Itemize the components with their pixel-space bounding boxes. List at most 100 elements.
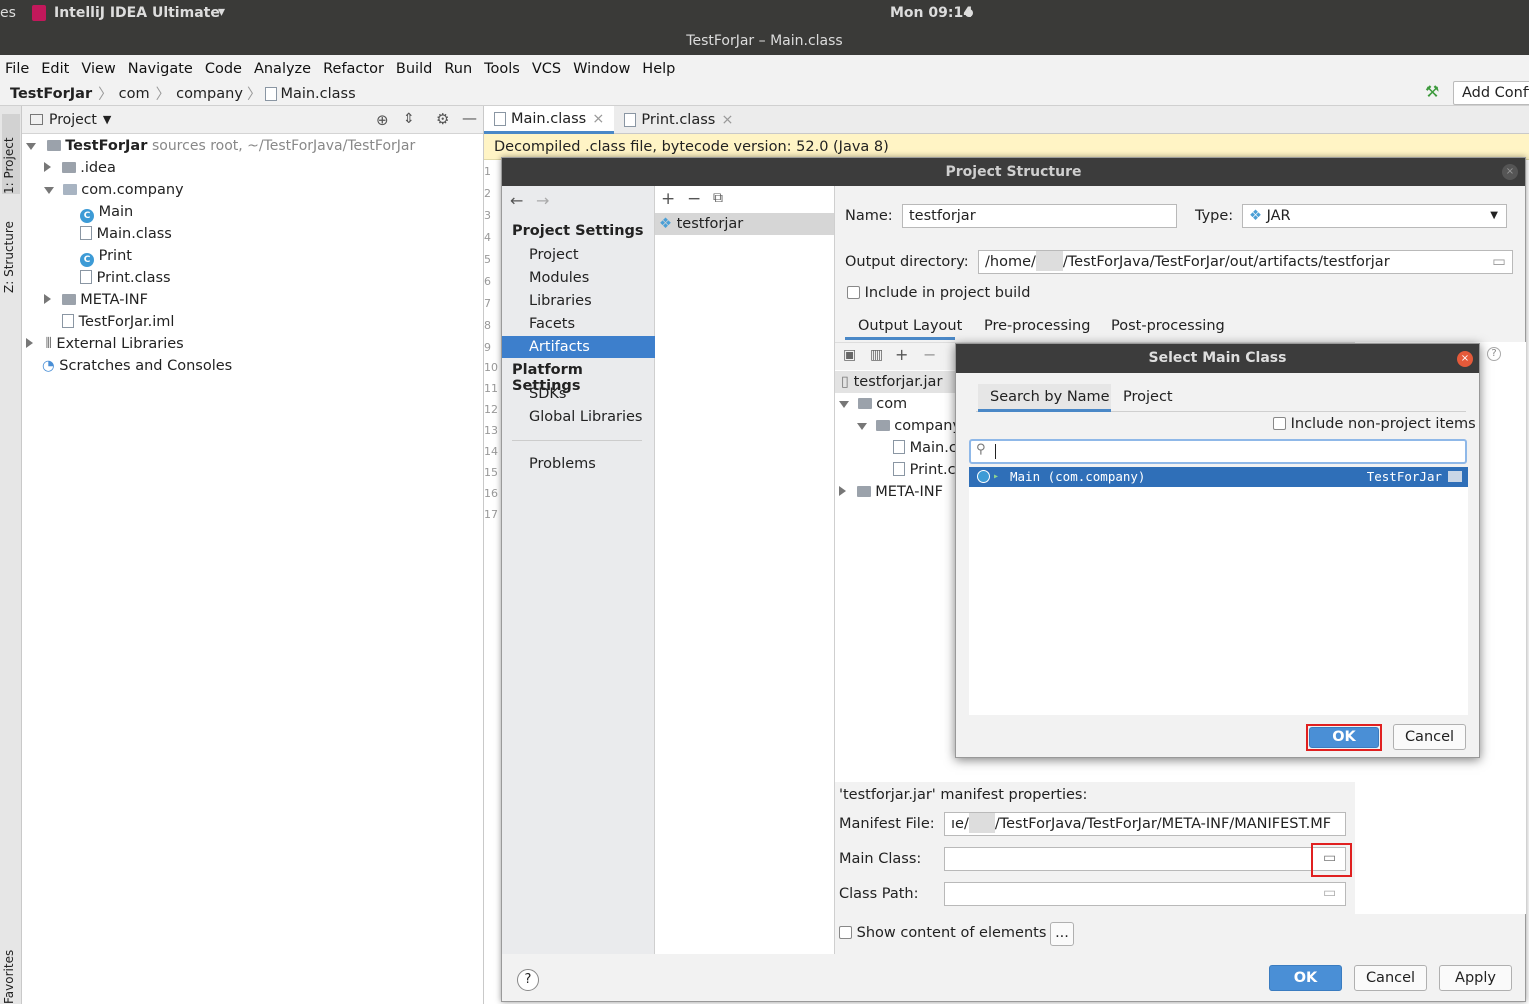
- layout-item-jar[interactable]: ▯ testforjar.jar: [841, 371, 942, 393]
- menu-run[interactable]: Run: [444, 61, 472, 77]
- tab-print-class[interactable]: Print.class ×: [614, 106, 743, 134]
- folder-browse-icon[interactable]: ▭: [1492, 251, 1506, 273]
- breadcrumb-file[interactable]: Main.class: [280, 86, 355, 102]
- tab-output-layout[interactable]: Output Layout: [858, 318, 962, 334]
- select-cancel-button[interactable]: Cancel: [1393, 724, 1466, 750]
- close-icon[interactable]: ×: [1457, 351, 1473, 367]
- tab-project[interactable]: Project: [1123, 389, 1173, 405]
- expand-arrow-icon[interactable]: [857, 423, 867, 430]
- show-content-options-button[interactable]: ...: [1050, 922, 1074, 946]
- gear-icon[interactable]: ⚙: [436, 110, 449, 128]
- expand-arrow-icon[interactable]: [44, 187, 54, 194]
- forward-arrow-icon[interactable]: →: [536, 191, 549, 210]
- help-icon[interactable]: ?: [1487, 347, 1501, 361]
- show-content-checkbox[interactable]: [839, 926, 852, 939]
- add-icon[interactable]: +: [661, 189, 675, 209]
- include-build-option[interactable]: Include in project build: [847, 285, 1030, 301]
- layout-item-com[interactable]: com: [839, 393, 907, 415]
- chevron-down-icon[interactable]: ▼: [103, 113, 111, 126]
- name-input[interactable]: testforjar: [902, 204, 1177, 228]
- menu-navigate[interactable]: Navigate: [128, 61, 193, 77]
- nav-libraries[interactable]: Libraries: [529, 290, 592, 312]
- type-select[interactable]: ❖ JAR ▼: [1242, 204, 1507, 228]
- breadcrumb-company[interactable]: company: [176, 86, 243, 102]
- tree-item-main-class[interactable]: Main.class: [80, 223, 172, 245]
- menu-view[interactable]: View: [81, 61, 115, 77]
- help-button[interactable]: ?: [517, 969, 539, 991]
- tab-post-processing[interactable]: Post-processing: [1111, 318, 1225, 334]
- project-panel-title[interactable]: Project: [49, 112, 97, 128]
- dialog-apply-button[interactable]: Apply: [1439, 965, 1512, 991]
- class-result-row[interactable]: ▸ Main (com.company) TestForJar: [969, 467, 1468, 487]
- nav-project[interactable]: Project: [529, 244, 579, 266]
- app-menu-label[interactable]: IntelliJ IDEA Ultimate: [54, 5, 220, 21]
- tab-main-class[interactable]: Main.class ×: [484, 106, 615, 134]
- close-icon[interactable]: ×: [592, 111, 604, 127]
- dialog-cancel-button[interactable]: Cancel: [1354, 965, 1427, 991]
- tab-pre-processing[interactable]: Pre-processing: [984, 318, 1090, 334]
- menu-refactor[interactable]: Refactor: [323, 61, 384, 77]
- collapse-all-icon[interactable]: ⇕: [403, 111, 415, 127]
- remove-icon[interactable]: −: [687, 189, 701, 209]
- close-icon[interactable]: ×: [1502, 164, 1518, 180]
- run-config-button[interactable]: Add Confi: [1453, 81, 1529, 105]
- tree-item-iml[interactable]: TestForJar.iml: [62, 311, 174, 333]
- include-build-checkbox[interactable]: [847, 286, 860, 299]
- build-hammer-icon[interactable]: ⚒: [1425, 82, 1439, 101]
- nav-sdks[interactable]: SDKs: [529, 383, 566, 405]
- expand-arrow-icon[interactable]: [26, 143, 36, 150]
- include-non-project-option[interactable]: Include non-project items: [1273, 416, 1476, 432]
- nav-artifacts[interactable]: Artifacts: [529, 336, 590, 358]
- breadcrumb-com[interactable]: com: [119, 86, 150, 102]
- menu-vcs[interactable]: VCS: [532, 61, 561, 77]
- layout-item-print[interactable]: Print.c: [893, 459, 956, 481]
- tab-search-by-name[interactable]: Search by Name: [990, 389, 1110, 405]
- expand-arrow-icon[interactable]: [44, 162, 51, 172]
- menu-analyze[interactable]: Analyze: [254, 61, 311, 77]
- copy-icon[interactable]: ⧉: [713, 190, 723, 206]
- menu-file[interactable]: File: [5, 61, 29, 77]
- tree-item-external-libraries[interactable]: ⫴ External Libraries: [26, 333, 184, 355]
- menu-code[interactable]: Code: [205, 61, 242, 77]
- include-non-project-checkbox[interactable]: [1273, 417, 1286, 430]
- close-icon[interactable]: ×: [721, 112, 733, 128]
- menu-build[interactable]: Build: [396, 61, 432, 77]
- nav-facets[interactable]: Facets: [529, 313, 575, 335]
- tree-item-print-class[interactable]: Print.class: [80, 267, 171, 289]
- class-path-input[interactable]: [944, 882, 1346, 906]
- manifest-file-input[interactable]: ıe/ /TestForJava/TestForJar/META-INF/MANI…: [944, 812, 1346, 836]
- menu-tools[interactable]: Tools: [484, 61, 520, 77]
- select-ok-button[interactable]: OK: [1309, 727, 1379, 748]
- tool-tab-structure[interactable]: Z: Structure: [2, 208, 16, 293]
- expand-arrow-icon[interactable]: [839, 401, 849, 408]
- class-search-box[interactable]: ⚲: [969, 439, 1467, 464]
- layout-item-main[interactable]: Main.c: [893, 437, 957, 459]
- new-folder-icon[interactable]: ▣: [843, 347, 856, 363]
- add-copy-icon[interactable]: +: [895, 345, 908, 364]
- tree-root[interactable]: TestForJar sources root, ~/TestForJava/T…: [26, 135, 415, 157]
- menu-edit[interactable]: Edit: [41, 61, 69, 77]
- hide-panel-icon[interactable]: —: [462, 109, 477, 127]
- tree-item-idea[interactable]: .idea: [44, 157, 116, 179]
- menu-help[interactable]: Help: [642, 61, 675, 77]
- locate-icon[interactable]: ⊕: [376, 111, 389, 129]
- activities-partial[interactable]: es: [0, 5, 16, 21]
- clock[interactable]: Mon 09:14: [890, 5, 973, 21]
- tool-tab-favorites[interactable]: Favorites: [2, 936, 16, 1004]
- tree-item-main[interactable]: C Main: [80, 201, 133, 223]
- expand-arrow-icon[interactable]: [26, 338, 33, 348]
- chevron-down-icon[interactable]: ▾: [218, 4, 225, 20]
- archive-icon[interactable]: ▥: [870, 347, 883, 363]
- show-content-option[interactable]: Show content of elements: [839, 925, 1046, 941]
- tree-item-meta-inf[interactable]: META-INF: [44, 289, 148, 311]
- tree-item-scratches[interactable]: ◔ Scratches and Consoles: [42, 355, 232, 377]
- chevron-down-icon[interactable]: ▼: [1490, 205, 1498, 227]
- tool-tab-project[interactable]: 1: Project: [2, 114, 20, 194]
- expand-arrow-icon[interactable]: [839, 486, 846, 496]
- layout-item-company[interactable]: company: [857, 415, 961, 437]
- expand-arrow-icon[interactable]: [44, 294, 51, 304]
- menu-window[interactable]: Window: [573, 61, 630, 77]
- nav-modules[interactable]: Modules: [529, 267, 589, 289]
- folder-browse-icon[interactable]: ▭: [1323, 885, 1336, 901]
- dialog-ok-button[interactable]: OK: [1269, 965, 1342, 991]
